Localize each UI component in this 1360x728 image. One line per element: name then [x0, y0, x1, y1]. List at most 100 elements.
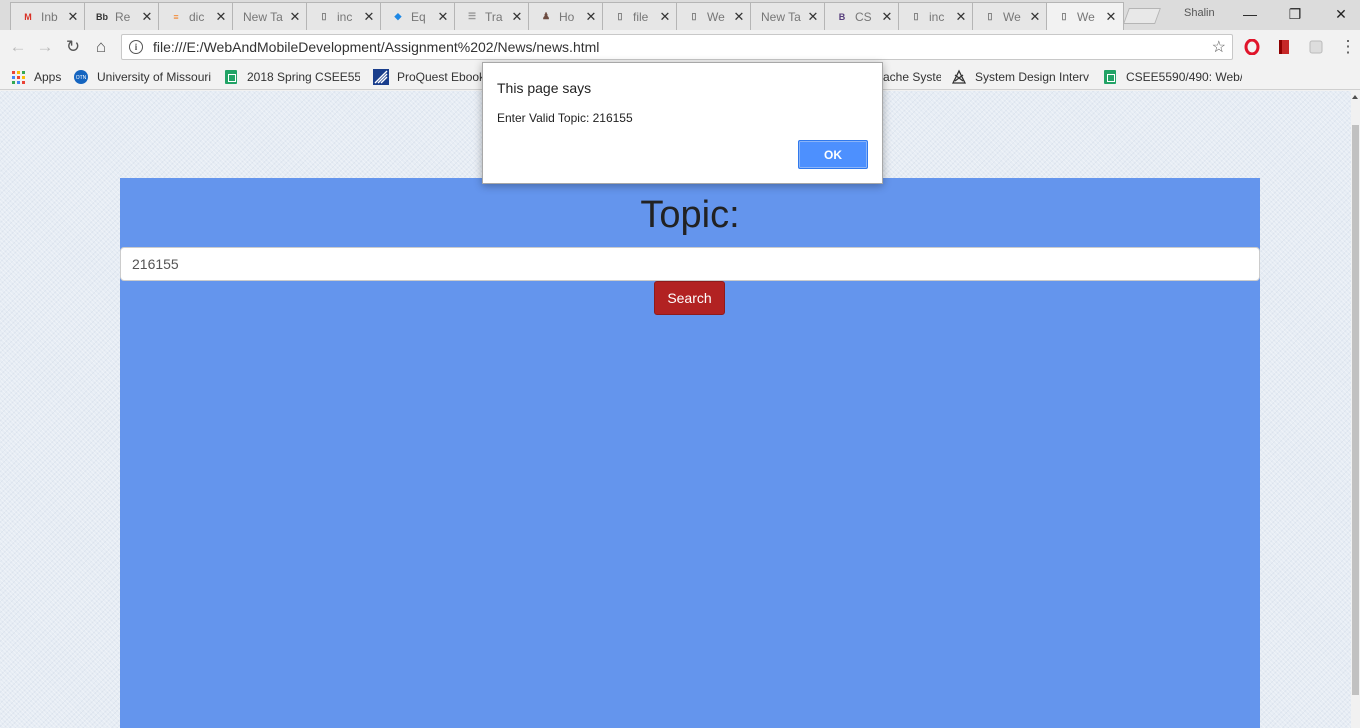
svg-text:OTN: OTN [76, 75, 87, 81]
tab-title: inc [337, 9, 353, 24]
search-button[interactable]: Search [654, 281, 725, 315]
scrollbar-thumb[interactable] [1352, 125, 1359, 695]
tab-close-icon[interactable]: ✕ [141, 10, 153, 23]
figure-icon: ♟ [541, 11, 551, 21]
dialog-message: Enter Valid Topic: 216155 [497, 111, 633, 125]
sheets-icon [1102, 69, 1118, 85]
browser-tab[interactable]: Bb Re ✕ [84, 2, 160, 30]
tab-title: Re [115, 9, 131, 24]
bookmark-proquest[interactable]: ProQuest Ebook [373, 68, 483, 86]
blackboard-icon: Bb [96, 11, 108, 22]
tab-close-icon[interactable]: ✕ [511, 10, 523, 23]
browser-tab[interactable]: ♟ Ho ✕ [528, 2, 604, 30]
browser-tab[interactable]: New Ta ✕ [232, 2, 308, 30]
otn-icon: OTN [73, 69, 89, 85]
file-icon: ▯ [321, 11, 327, 21]
bookmark-system-design[interactable]: System Design Interv [951, 68, 1091, 86]
tab-close-icon[interactable]: ✕ [1105, 10, 1117, 23]
tab-close-icon[interactable]: ✕ [807, 10, 819, 23]
browser-tab[interactable]: ▯ file ✕ [602, 2, 678, 30]
tab-strip: M Inb ✕ Bb Re ✕ ≡ dic ✕ New Ta ✕ ▯ inc ✕ ◆ Eq ✕ ☰ Tra ✕ ♟ Ho ✕… [0, 0, 1360, 30]
minimize-icon[interactable]: — [1240, 4, 1260, 24]
reload-icon[interactable]: ↻ [63, 37, 83, 57]
browser-tab[interactable]: ◆ Eq ✕ [380, 2, 456, 30]
browser-tab[interactable]: ▯ We ✕ [972, 2, 1048, 30]
bookmark-star-icon[interactable]: ☆ [1212, 37, 1226, 57]
tab-title: dic [189, 9, 205, 24]
restore-icon[interactable]: ❐ [1285, 4, 1305, 24]
ok-button[interactable]: OK [798, 140, 868, 169]
browser-tab[interactable]: ≡ dic ✕ [158, 2, 234, 30]
tab-title: file [633, 9, 649, 24]
bookmark-label: 2018 Spring CSEE559 [247, 70, 360, 84]
tab-title: Tra [485, 9, 503, 24]
tab-title: Inb [41, 9, 58, 24]
file-icon: ▯ [913, 11, 919, 21]
browser-tab[interactable]: ☰ Tra ✕ [454, 2, 530, 30]
menu-icon[interactable]: ⋮ [1338, 37, 1358, 57]
bootstrap-icon: B [838, 11, 846, 22]
tab-title: CS [855, 9, 872, 24]
file-icon: ▯ [691, 11, 697, 21]
tab-title: Eq [411, 9, 426, 24]
browser-tab[interactable]: ▯ inc ✕ [898, 2, 974, 30]
topic-panel: Topic: Search [120, 178, 1260, 728]
opera-icon[interactable] [1244, 39, 1260, 55]
forward-icon[interactable]: → [35, 37, 55, 57]
tab-title: Ho [559, 9, 575, 24]
apps-icon [10, 69, 26, 85]
tab-title: We [1003, 9, 1021, 24]
browser-tab[interactable]: ▯ We ✕ [1046, 2, 1124, 30]
address-bar[interactable]: i file:///E:/WebAndMobileDevelopment/Ass… [121, 34, 1233, 60]
back-icon[interactable]: ← [8, 37, 28, 57]
dialog-title: This page says [497, 80, 592, 96]
tab-title: New Ta [761, 9, 801, 24]
tab-close-icon[interactable]: ✕ [1029, 10, 1041, 23]
bookmark-university[interactable]: OTN University of Missouri [73, 68, 213, 86]
alert-dialog: This page says Enter Valid Topic: 216155… [482, 62, 883, 184]
tab-close-icon[interactable]: ✕ [585, 10, 597, 23]
bookmark-csee559[interactable]: 2018 Spring CSEE559 [223, 68, 360, 86]
bird-icon: ◆ [394, 11, 402, 21]
new-tab-button[interactable] [1123, 8, 1161, 24]
bookmark-label: Apps [34, 70, 62, 84]
browser-tab[interactable]: B CS ✕ [824, 2, 900, 30]
bookmark-label: CSEE5590/490: Web/ [1126, 70, 1242, 84]
page-title: Topic: [640, 194, 740, 236]
extension-icon[interactable] [1308, 39, 1324, 55]
bookmark-label: University of Missouri [97, 70, 212, 84]
url-text[interactable]: file:///E:/WebAndMobileDevelopment/Assig… [153, 39, 1212, 55]
tab-close-icon[interactable]: ✕ [881, 10, 893, 23]
file-icon: ▯ [987, 11, 993, 21]
page-scrollbar[interactable] [1351, 91, 1360, 728]
tab-close-icon[interactable]: ✕ [289, 10, 301, 23]
browser-tab[interactable]: M Inb ✕ [10, 2, 86, 30]
bookmark-cache-system[interactable]: ache Syste [883, 68, 941, 86]
bookmark-csee5590[interactable]: CSEE5590/490: Web/ [1102, 68, 1242, 86]
book-extension-icon[interactable] [1276, 39, 1292, 55]
gmail-icon: M [24, 11, 32, 22]
proquest-icon [373, 69, 389, 85]
tab-close-icon[interactable]: ✕ [733, 10, 745, 23]
close-window-icon[interactable]: ✕ [1331, 4, 1351, 24]
browser-tab[interactable]: New Ta ✕ [750, 2, 826, 30]
bookmark-apps[interactable]: Apps [10, 68, 61, 86]
scroll-up-icon[interactable] [1352, 95, 1358, 99]
tab-close-icon[interactable]: ✕ [955, 10, 967, 23]
info-icon[interactable]: i [129, 40, 143, 54]
tab-close-icon[interactable]: ✕ [363, 10, 375, 23]
stackoverflow-icon: ≡ [173, 11, 179, 22]
profile-name[interactable]: Shalin [1184, 7, 1215, 19]
browser-toolbar: ← → ↻ ⌂ i file:///E:/WebAndMobileDevelop… [0, 30, 1360, 64]
tab-close-icon[interactable]: ✕ [67, 10, 79, 23]
file-icon: ▯ [617, 11, 623, 21]
topic-input[interactable] [120, 247, 1260, 281]
tab-close-icon[interactable]: ✕ [437, 10, 449, 23]
browser-tab[interactable]: ▯ We ✕ [676, 2, 752, 30]
home-icon[interactable]: ⌂ [91, 37, 111, 57]
tab-close-icon[interactable]: ✕ [659, 10, 671, 23]
tab-title: We [1077, 9, 1095, 24]
bookmark-label: ProQuest Ebook [397, 70, 483, 84]
tab-close-icon[interactable]: ✕ [215, 10, 227, 23]
browser-tab[interactable]: ▯ inc ✕ [306, 2, 382, 30]
